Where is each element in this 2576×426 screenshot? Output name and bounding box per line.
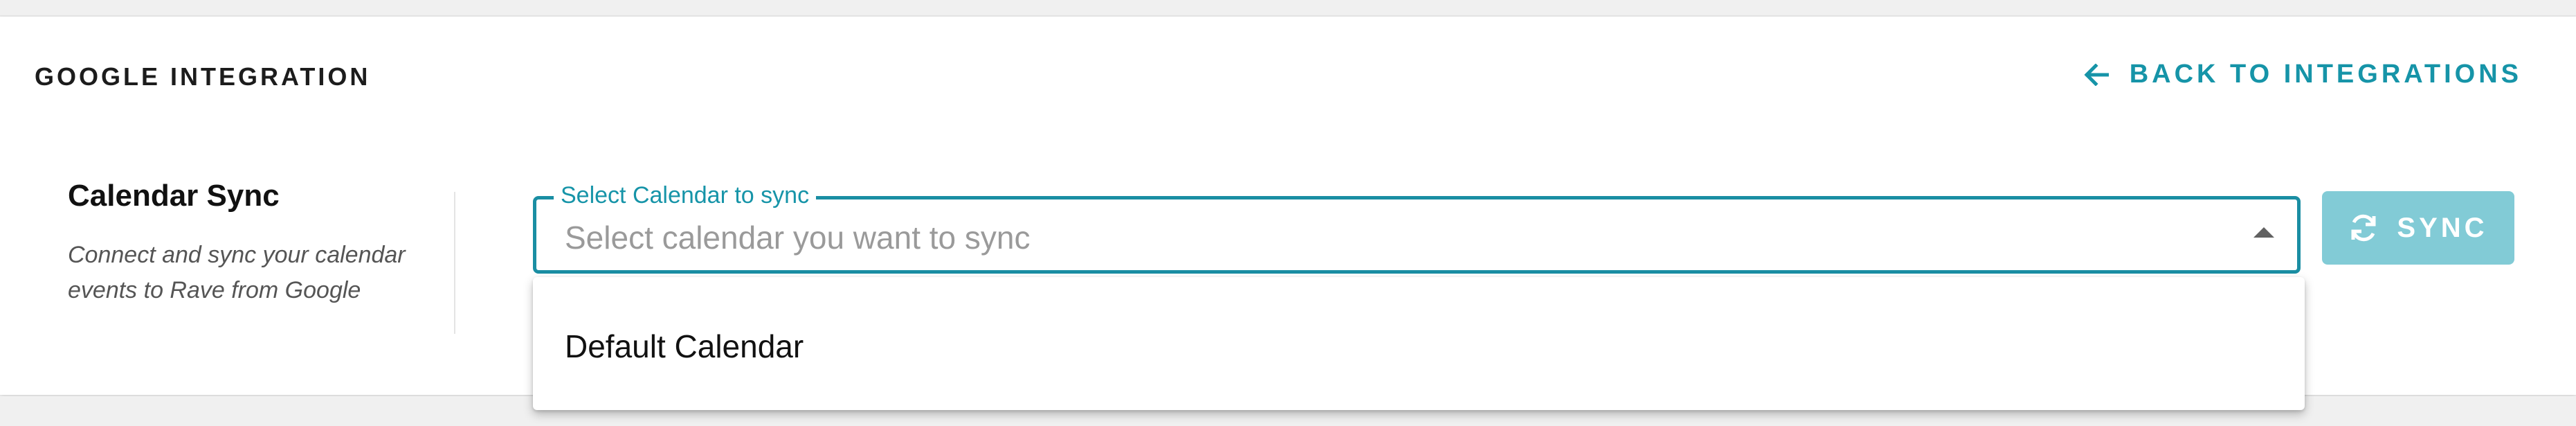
sync-button-label: SYNC — [2397, 212, 2488, 243]
section-divider — [454, 192, 455, 334]
caret-up-icon[interactable] — [2253, 227, 2274, 238]
calendar-dropdown-menu: Default Calendar — [533, 277, 2305, 410]
arrow-left-icon — [2084, 63, 2109, 86]
page-title: GOOGLE INTEGRATION — [35, 62, 371, 91]
back-to-integrations-link[interactable]: BACK TO INTEGRATIONS — [2084, 60, 2522, 89]
calendar-sync-title: Calendar Sync — [68, 179, 280, 213]
top-background-strip — [0, 0, 2576, 17]
dropdown-option-default-calendar[interactable]: Default Calendar — [533, 312, 2305, 381]
calendar-select-placeholder: Select calendar you want to sync — [565, 220, 1031, 256]
calendar-sync-description: Connect and sync your calendar events to… — [68, 242, 406, 303]
sync-icon — [2351, 214, 2376, 242]
calendar-select-label: Select Calendar to sync — [554, 181, 817, 209]
back-link-label: BACK TO INTEGRATIONS — [2129, 60, 2522, 89]
sync-button[interactable]: SYNC — [2322, 191, 2514, 265]
